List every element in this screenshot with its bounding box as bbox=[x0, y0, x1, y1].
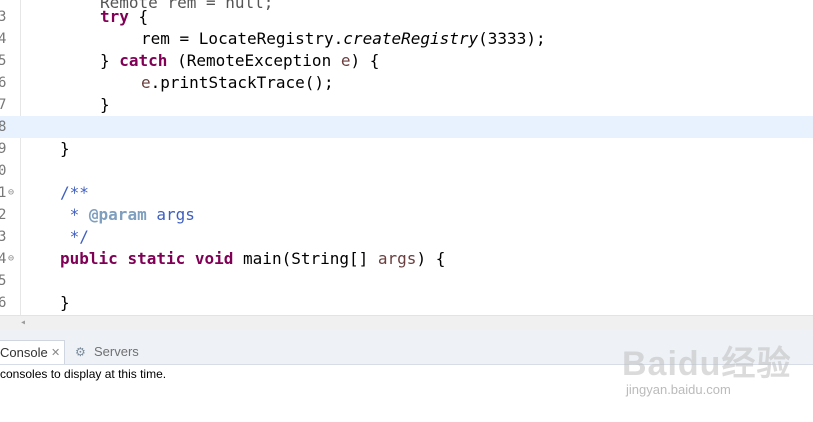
code-line: 4 ⊖ public static void main(String[] arg… bbox=[0, 248, 813, 270]
code-text: } bbox=[60, 293, 70, 312]
fold-collapse-icon[interactable]: ⊖ bbox=[8, 187, 14, 199]
code-line: 5 bbox=[0, 270, 813, 292]
code-text: */ bbox=[60, 227, 89, 246]
line-number: 4 bbox=[0, 251, 7, 267]
tab-console[interactable]: Console ✕ bbox=[0, 340, 65, 364]
code-line: 2 * @param args bbox=[0, 204, 813, 226]
code-text: * @param args bbox=[60, 205, 195, 224]
code-text: } bbox=[60, 139, 70, 158]
code-line: 9 } bbox=[0, 138, 813, 160]
panel-separator bbox=[0, 330, 813, 340]
horizontal-scrollbar[interactable]: ◂ bbox=[0, 315, 813, 330]
scroll-left-icon[interactable]: ◂ bbox=[20, 317, 26, 328]
tab-console-label: Console bbox=[0, 345, 48, 360]
code-text: rem = LocateRegistry.createRegistry(3333… bbox=[141, 29, 546, 48]
line-number: 3 bbox=[0, 9, 7, 25]
code-line: 5 } catch (RemoteException e) { bbox=[0, 50, 813, 72]
code-line: 6 } bbox=[0, 292, 813, 314]
servers-icon: ⚙ bbox=[75, 345, 86, 359]
line-number: 1 bbox=[0, 185, 7, 201]
code-text: e.printStackTrace(); bbox=[141, 73, 334, 92]
code-line: 3 try { bbox=[0, 6, 813, 28]
code-line: 1 ⊖ /** bbox=[0, 182, 813, 204]
close-icon[interactable]: ✕ bbox=[51, 341, 60, 365]
current-line-highlight: 8 bbox=[0, 116, 813, 138]
console-empty-message: consoles to display at this time. bbox=[0, 367, 167, 381]
line-number: 2 bbox=[0, 207, 7, 223]
line-number: 8 bbox=[0, 119, 7, 135]
code-text: public static void main(String[] args) { bbox=[60, 249, 446, 268]
code-text: } catch (RemoteException e) { bbox=[100, 51, 380, 70]
code-line: 3 */ bbox=[0, 226, 813, 248]
line-number: 4 bbox=[0, 31, 7, 47]
code-line: 4 rem = LocateRegistry.createRegistry(33… bbox=[0, 28, 813, 50]
tab-servers-label: Servers bbox=[94, 344, 139, 359]
line-number: 9 bbox=[0, 141, 7, 157]
line-number: 6 bbox=[0, 295, 7, 311]
code-text: /** bbox=[60, 183, 89, 202]
line-number: 5 bbox=[0, 273, 7, 289]
line-number: 3 bbox=[0, 229, 7, 245]
line-number: 6 bbox=[0, 75, 7, 91]
code-text: try { bbox=[100, 7, 149, 26]
code-line: 7 } bbox=[0, 94, 813, 116]
line-number: 7 bbox=[0, 97, 7, 113]
bottom-panel-tabbar: Console ✕ ⚙ Servers bbox=[0, 340, 813, 365]
line-number: 5 bbox=[0, 53, 7, 69]
fold-collapse-icon[interactable]: ⊖ bbox=[8, 253, 14, 265]
console-view[interactable]: consoles to display at this time. bbox=[0, 365, 813, 422]
code-line: 6 e.printStackTrace(); bbox=[0, 72, 813, 94]
code-editor[interactable]: Remote rem = null; 3 try { 4 rem = Locat… bbox=[0, 0, 813, 315]
code-text: } bbox=[100, 95, 110, 114]
code-line: 0 bbox=[0, 160, 813, 182]
line-number: 0 bbox=[0, 163, 7, 179]
